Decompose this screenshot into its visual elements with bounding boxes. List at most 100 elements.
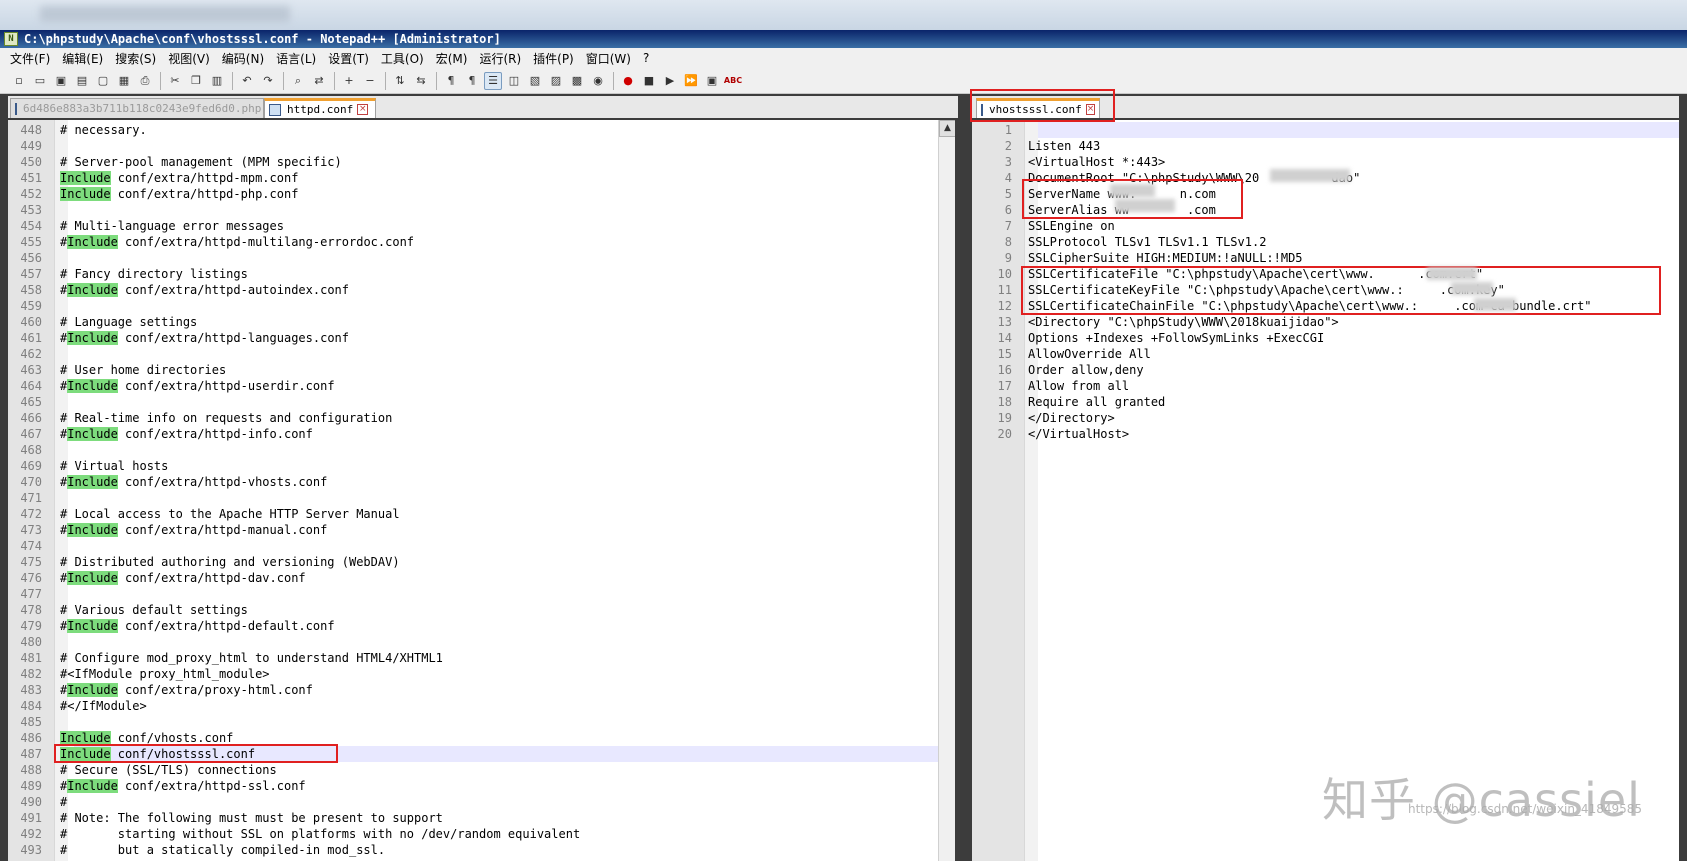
new-file-icon[interactable]: ▫	[10, 72, 28, 90]
close-tab-icon[interactable]: ×	[1085, 104, 1096, 115]
window-titlebar[interactable]: N C:\phpstudy\Apache\conf\vhostsssl.conf…	[0, 30, 1687, 48]
code-text: conf/extra/httpd-info.conf	[117, 427, 313, 441]
tab-vhostsssl-conf[interactable]: vhostsssl.conf ×	[976, 98, 1100, 118]
sync-h-icon[interactable]: ⇆	[412, 72, 430, 90]
line-number: 462	[20, 347, 42, 361]
folder-workspace-icon[interactable]: ▩	[568, 72, 586, 90]
zoom-in-icon[interactable]: +	[340, 72, 358, 90]
record-macro-icon[interactable]: ●	[619, 72, 637, 90]
code-line: Include conf/extra/httpd-php.conf	[60, 186, 298, 202]
line-number: 478	[20, 603, 42, 617]
code-line: Allow from all	[1028, 379, 1130, 393]
left-tab-bar: 6d486e883a3b711b118c0243e9fed6d0.php http…	[8, 96, 958, 118]
zhihu-watermark: 知乎 @cassiel	[1322, 773, 1641, 827]
menu-bar: 文件(F) 编辑(E) 搜索(S) 视图(V) 编码(N) 语言(L) 设置(T) 工具(O)…	[0, 48, 1687, 68]
line-number: 9	[1004, 251, 1012, 265]
cut-icon[interactable]: ✂	[166, 72, 184, 90]
blurred-region	[40, 6, 290, 22]
line-number: 7	[1004, 219, 1012, 233]
monitor-icon[interactable]: ◉	[589, 72, 607, 90]
menu-item[interactable]: 编辑(E)	[62, 50, 103, 67]
code-line: </Directory>	[1028, 411, 1115, 425]
copy-icon[interactable]: ❐	[187, 72, 205, 90]
code-line: # Configure mod_proxy_html to understand…	[60, 650, 443, 666]
csdn-watermark-url: https://blog.csdn.net/weixin_41849585	[1408, 802, 1643, 816]
sync-v-icon[interactable]: ⇅	[391, 72, 409, 90]
open-file-icon[interactable]: ▭	[31, 72, 49, 90]
find-icon[interactable]: ⌕	[289, 72, 307, 90]
code-line: #Include conf/extra/httpd-autoindex.conf	[60, 282, 349, 298]
line-number: 492	[20, 827, 42, 841]
code-line: # Distributed authoring and versioning (…	[60, 554, 400, 570]
line-number: 480	[20, 635, 42, 649]
save-macro-icon[interactable]: ▣	[703, 72, 721, 90]
code-text: conf/extra/httpd-manual.conf	[117, 523, 328, 537]
close-all-icon[interactable]: ▦	[115, 72, 133, 90]
include-keyword: Include	[67, 427, 118, 441]
code-text: # Virtual hosts	[60, 459, 169, 473]
vertical-scrollbar[interactable]: ▲	[938, 120, 955, 861]
menu-item[interactable]: 窗口(W)	[586, 50, 631, 67]
line-number: 471	[20, 491, 42, 505]
menu-item[interactable]: 工具(O)	[381, 50, 424, 67]
line-number: 449	[20, 139, 42, 153]
menu-item[interactable]: 插件(P)	[533, 50, 574, 67]
save-icon[interactable]: ▣	[52, 72, 70, 90]
right-editor-pane[interactable]: 1 2 Listen 443 3 <VirtualHost *:443> 4 Documen…	[972, 120, 1679, 861]
scroll-up-icon[interactable]: ▲	[939, 120, 955, 137]
play-macro-icon[interactable]: ▶	[661, 72, 679, 90]
code-text: # Configure mod_proxy_html to understand…	[60, 651, 443, 665]
menu-item[interactable]: 宏(M)	[436, 50, 468, 67]
menu-item[interactable]: 语言(L)	[276, 50, 316, 67]
undo-icon[interactable]: ↶	[238, 72, 256, 90]
line-number: 3	[1004, 155, 1012, 169]
redo-icon[interactable]: ↷	[259, 72, 277, 90]
line-number: 467	[20, 427, 42, 441]
code-line: <Directory "C:\phpStudy\WWW\2018kuaijida…	[1028, 315, 1339, 329]
code-line: #Include conf/extra/httpd-ssl.conf	[60, 778, 306, 794]
doc-map-icon[interactable]: ▧	[526, 72, 544, 90]
paste-icon[interactable]: ▥	[208, 72, 226, 90]
menu-item[interactable]: 编码(N)	[222, 50, 264, 67]
line-number: 448	[20, 123, 42, 137]
code-line: #Include conf/extra/httpd-multilang-erro…	[60, 234, 414, 250]
line-number: 490	[20, 795, 42, 809]
tab-httpd-conf[interactable]: httpd.conf ×	[264, 98, 376, 118]
code-text: conf/extra/httpd-languages.conf	[117, 331, 349, 345]
menu-item[interactable]: 视图(V)	[168, 50, 210, 67]
line-number: 458	[20, 283, 42, 297]
code-line: Require all granted	[1028, 395, 1166, 409]
word-wrap-icon[interactable]: ¶	[442, 72, 460, 90]
menu-item[interactable]: 搜索(S)	[115, 50, 156, 67]
include-keyword: Include	[67, 379, 118, 393]
replace-icon[interactable]: ⇄	[310, 72, 328, 90]
menu-item[interactable]: 运行(R)	[479, 50, 521, 67]
save-all-icon[interactable]: ▤	[73, 72, 91, 90]
include-keyword: Include	[67, 331, 118, 345]
zoom-out-icon[interactable]: −	[361, 72, 379, 90]
code-line: SSLEngine on	[1028, 219, 1115, 233]
print-icon[interactable]: ⎙	[136, 72, 154, 90]
stop-macro-icon[interactable]: ■	[640, 72, 658, 90]
close-icon[interactable]: ▢	[94, 72, 112, 90]
left-editor-pane[interactable]: ▲ 448 # necessary. 449 450 # Server-pool man…	[8, 120, 955, 861]
function-list-icon[interactable]: ▨	[547, 72, 565, 90]
menu-item[interactable]: 文件(F)	[10, 50, 50, 67]
run-macro-multiple-icon[interactable]: ⏩	[682, 72, 700, 90]
code-text: conf/extra/httpd-php.conf	[110, 187, 299, 201]
spellcheck-icon[interactable]: ABC	[724, 72, 742, 90]
menu-item[interactable]: 设置(T)	[328, 50, 369, 67]
include-keyword: Include	[60, 731, 111, 745]
close-tab-icon[interactable]: ×	[357, 104, 369, 115]
line-number: 451	[20, 171, 42, 185]
indent-guide-icon[interactable]: ☰	[484, 71, 502, 90]
toolbar-separator	[232, 71, 233, 90]
line-number: 472	[20, 507, 42, 521]
udl-icon[interactable]: ◫	[505, 72, 523, 90]
code-line: Include conf/vhosts.conf	[60, 730, 233, 746]
code-line: <VirtualHost *:443>	[1028, 155, 1166, 169]
line-number: 484	[20, 699, 42, 713]
show-all-chars-icon[interactable]: ¶	[463, 72, 481, 90]
tab-6d486e883a3b711b118c0243e9fed6d0-php[interactable]: 6d486e883a3b711b118c0243e9fed6d0.php	[10, 98, 264, 118]
menu-item[interactable]: ?	[643, 51, 649, 65]
